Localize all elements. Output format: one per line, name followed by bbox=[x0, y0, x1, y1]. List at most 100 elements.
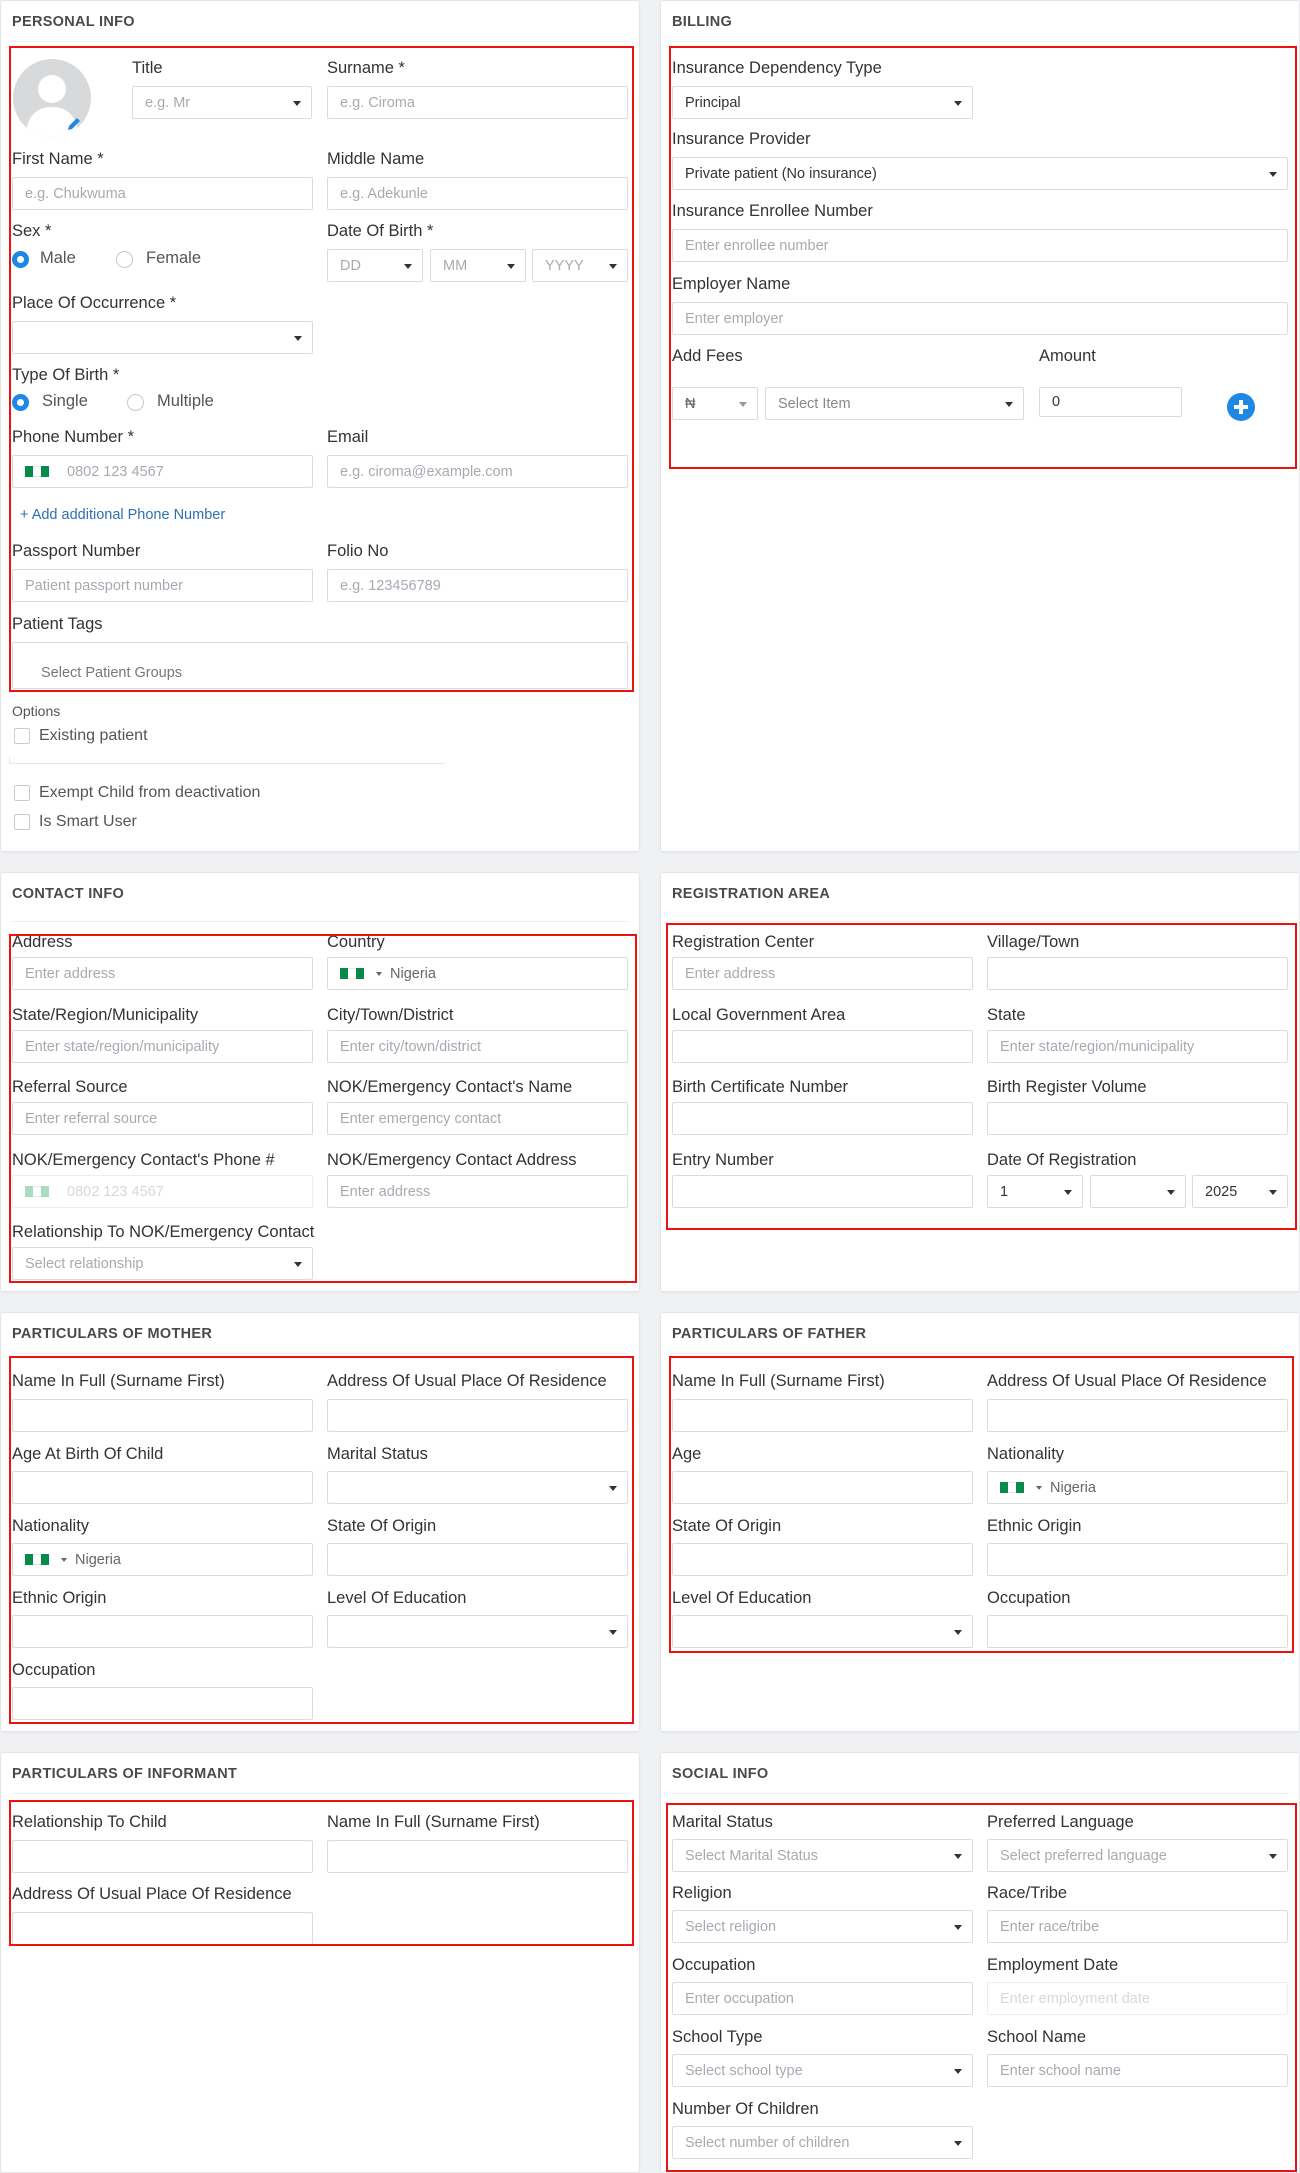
mother-education-select[interactable] bbox=[327, 1615, 628, 1648]
chevron-down-icon bbox=[954, 101, 962, 106]
personal-info-title: PERSONAL INFO bbox=[12, 14, 135, 30]
reg-state-label: State bbox=[987, 1006, 1026, 1024]
exempt-child-checkbox[interactable] bbox=[14, 785, 30, 801]
father-origin-input[interactable] bbox=[672, 1543, 973, 1576]
firstname-input[interactable]: e.g. Chukwuma bbox=[12, 177, 313, 210]
dob-year-select[interactable]: YYYY bbox=[532, 249, 628, 282]
reg-state-input[interactable]: Enter state/region/municipality bbox=[987, 1030, 1288, 1063]
city-label: City/Town/District bbox=[327, 1006, 454, 1024]
father-name-input[interactable] bbox=[672, 1399, 973, 1432]
mother-marital-select[interactable] bbox=[327, 1471, 628, 1504]
passport-label: Passport Number bbox=[12, 542, 141, 560]
nok-phone-placeholder: 0802 123 4567 bbox=[67, 1183, 164, 1200]
phone-input[interactable]: 0802 123 4567 bbox=[12, 455, 313, 488]
chevron-down-icon bbox=[1005, 402, 1013, 407]
passport-input[interactable]: Patient passport number bbox=[12, 569, 313, 602]
informant-address-input[interactable] bbox=[12, 1912, 313, 1945]
father-age-input[interactable] bbox=[672, 1471, 973, 1504]
social-marital-label: Marital Status bbox=[672, 1813, 773, 1831]
religion-select[interactable]: Select religion bbox=[672, 1910, 973, 1943]
dob-month-select[interactable]: MM bbox=[430, 249, 526, 282]
mother-occupation-input[interactable] bbox=[12, 1687, 313, 1720]
mother-education-label: Level Of Education bbox=[327, 1589, 467, 1607]
dob-month-placeholder: MM bbox=[443, 257, 468, 274]
enrollee-label: Insurance Enrollee Number bbox=[672, 202, 873, 220]
employer-input[interactable]: Enter employer bbox=[672, 302, 1288, 335]
currency-select[interactable]: ₦ bbox=[672, 387, 758, 420]
social-occupation-input[interactable]: Enter occupation bbox=[672, 1982, 973, 2015]
chevron-down-icon bbox=[1036, 1485, 1042, 1490]
informant-relationship-input[interactable] bbox=[12, 1840, 313, 1873]
existing-patient-checkbox[interactable] bbox=[14, 728, 30, 744]
nok-address-input[interactable]: Enter address bbox=[327, 1175, 628, 1208]
father-occupation-input[interactable] bbox=[987, 1615, 1288, 1648]
informant-name-input[interactable] bbox=[327, 1840, 628, 1873]
social-marital-select[interactable]: Select Marital Status bbox=[672, 1839, 973, 1872]
birth-multiple-radio[interactable] bbox=[127, 394, 144, 411]
billing-card: BILLING Insurance Dependency Type Princi… bbox=[660, 0, 1300, 852]
reg-year-select[interactable]: 2025 bbox=[1192, 1175, 1288, 1208]
birth-cert-input[interactable] bbox=[672, 1102, 973, 1135]
divider bbox=[12, 921, 628, 922]
state-input[interactable]: Enter state/region/municipality bbox=[12, 1030, 313, 1063]
children-select[interactable]: Select number of children bbox=[672, 2126, 973, 2159]
school-name-input[interactable]: Enter school name bbox=[987, 2054, 1288, 2087]
village-input[interactable] bbox=[987, 957, 1288, 990]
folio-input[interactable]: e.g. 123456789 bbox=[327, 569, 628, 602]
enrollee-input[interactable]: Enter enrollee number bbox=[672, 229, 1288, 262]
mother-origin-input[interactable] bbox=[327, 1543, 628, 1576]
reg-day-select[interactable]: 1 bbox=[987, 1175, 1083, 1208]
father-occupation-label: Occupation bbox=[987, 1589, 1071, 1607]
divider bbox=[12, 1353, 628, 1354]
surname-input[interactable]: e.g. Ciroma bbox=[327, 86, 628, 119]
provider-select[interactable]: Private patient (No insurance) bbox=[672, 157, 1288, 190]
father-nationality-select[interactable]: Nigeria bbox=[987, 1471, 1288, 1504]
title-select[interactable]: e.g. Mr bbox=[132, 86, 312, 119]
entry-number-input[interactable] bbox=[672, 1175, 973, 1208]
address-input[interactable]: Enter address bbox=[12, 957, 313, 990]
country-select[interactable]: Nigeria bbox=[327, 957, 628, 990]
birth-single-radio[interactable] bbox=[12, 394, 29, 411]
employment-date-input[interactable]: Enter employment date bbox=[987, 1982, 1288, 2015]
add-fee-icon[interactable] bbox=[1227, 393, 1255, 421]
relationship-select[interactable]: Select relationship bbox=[12, 1247, 313, 1280]
smart-user-checkbox[interactable] bbox=[14, 814, 30, 830]
school-type-select[interactable]: Select school type bbox=[672, 2054, 973, 2087]
fee-item-select[interactable]: Select Item bbox=[765, 387, 1024, 420]
reg-month-select[interactable] bbox=[1090, 1175, 1186, 1208]
father-title: PARTICULARS OF FATHER bbox=[672, 1326, 867, 1342]
mother-address-input[interactable] bbox=[327, 1399, 628, 1432]
register-volume-input[interactable] bbox=[987, 1102, 1288, 1135]
city-input[interactable]: Enter city/town/district bbox=[327, 1030, 628, 1063]
father-education-select[interactable] bbox=[672, 1615, 973, 1648]
village-label: Village/Town bbox=[987, 933, 1080, 951]
divider bbox=[672, 41, 1288, 42]
add-phone-link[interactable]: + Add additional Phone Number bbox=[20, 507, 225, 523]
father-ethnic-input[interactable] bbox=[987, 1543, 1288, 1576]
amount-input[interactable]: 0 bbox=[1039, 387, 1182, 417]
nok-phone-input[interactable]: 0802 123 4567 bbox=[12, 1175, 313, 1208]
dependency-select[interactable]: Principal bbox=[672, 86, 973, 119]
language-select[interactable]: Select preferred language bbox=[987, 1839, 1288, 1872]
sex-male-radio[interactable] bbox=[12, 251, 29, 268]
sex-male-label: Male bbox=[40, 249, 76, 267]
father-address-input[interactable] bbox=[987, 1399, 1288, 1432]
email-label: Email bbox=[327, 428, 369, 446]
referral-input[interactable]: Enter referral source bbox=[12, 1102, 313, 1135]
nok-name-input[interactable]: Enter emergency contact bbox=[327, 1102, 628, 1135]
middlename-input[interactable]: e.g. Adekunle bbox=[327, 177, 628, 210]
race-input[interactable]: Enter race/tribe bbox=[987, 1910, 1288, 1943]
email-input[interactable]: e.g. ciroma@example.com bbox=[327, 455, 628, 488]
tags-multiselect[interactable]: Select Patient Groups bbox=[12, 642, 628, 689]
mother-nationality-select[interactable]: Nigeria bbox=[12, 1543, 313, 1576]
place-select[interactable] bbox=[12, 321, 313, 354]
lga-input[interactable] bbox=[672, 1030, 973, 1063]
mother-age-input[interactable] bbox=[12, 1471, 313, 1504]
sex-female-radio[interactable] bbox=[116, 251, 133, 268]
edit-avatar-icon[interactable] bbox=[65, 115, 83, 133]
mother-ethnic-input[interactable] bbox=[12, 1615, 313, 1648]
provider-value: Private patient (No insurance) bbox=[685, 165, 877, 182]
reg-center-input[interactable]: Enter address bbox=[672, 957, 973, 990]
mother-name-input[interactable] bbox=[12, 1399, 313, 1432]
dob-day-select[interactable]: DD bbox=[327, 249, 423, 282]
